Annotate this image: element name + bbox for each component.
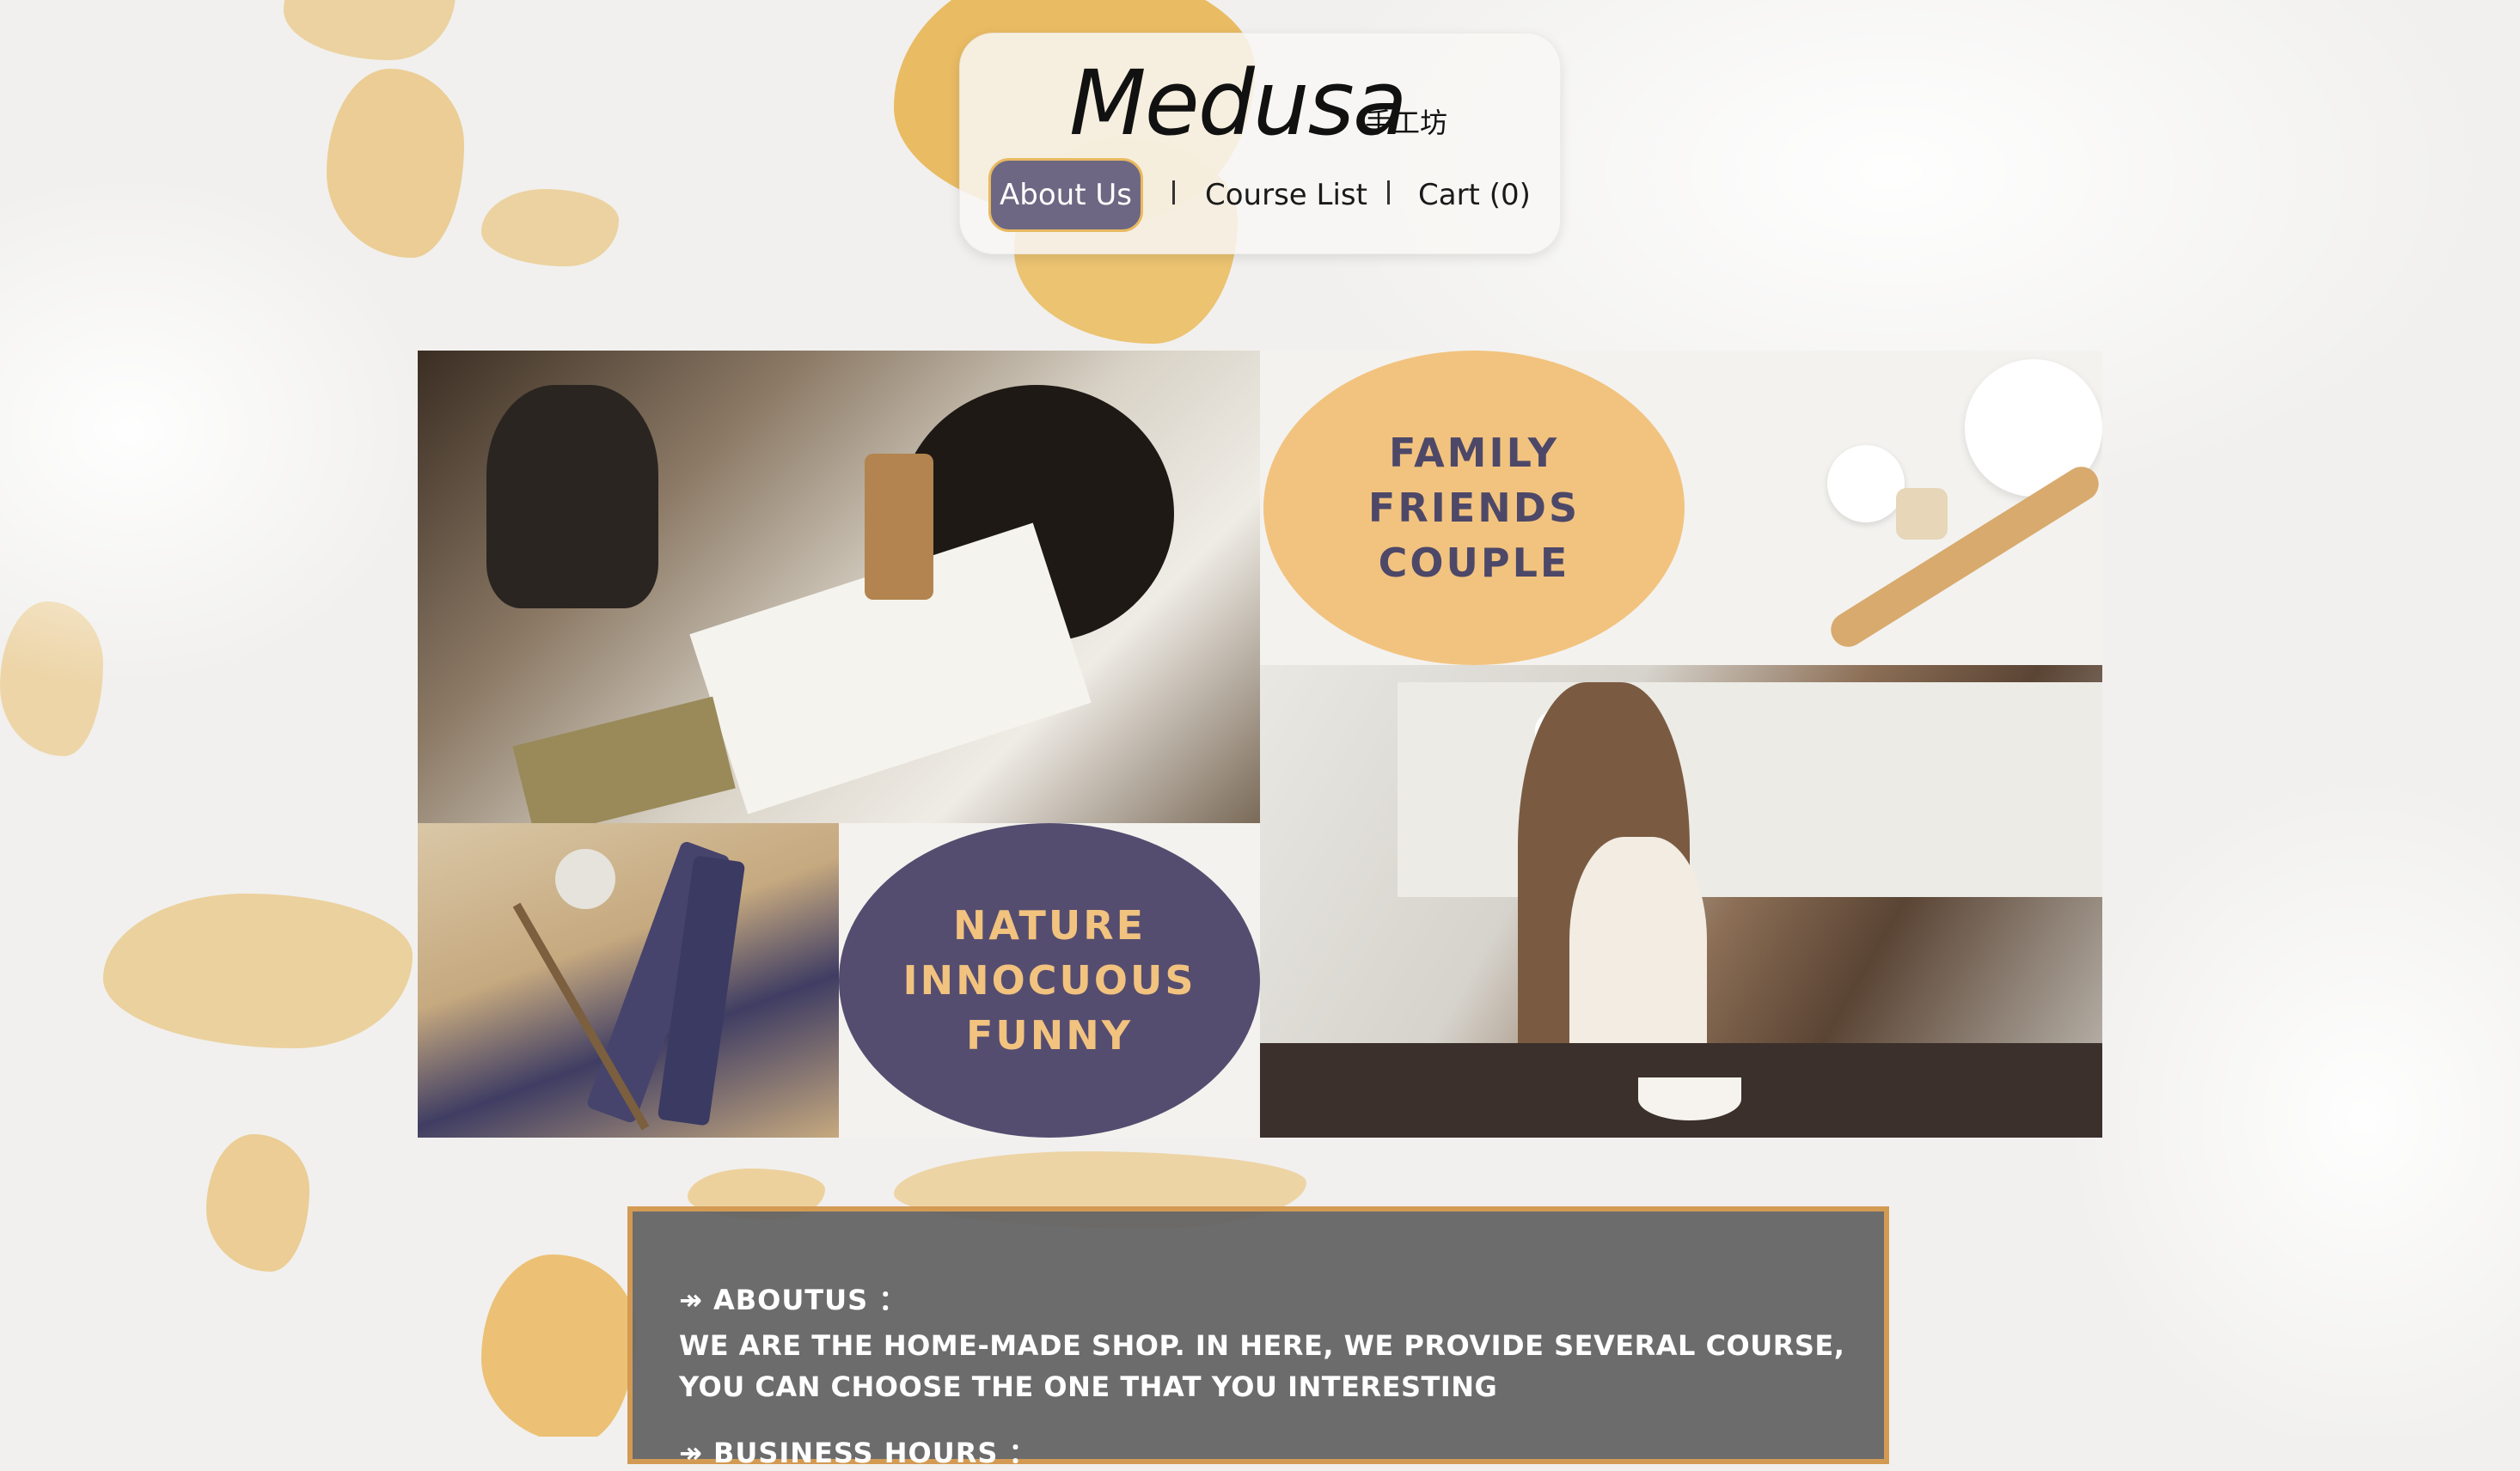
main-nav: About Us Course List Cart (0) bbox=[988, 158, 1547, 232]
photo-kids-painting bbox=[418, 351, 1260, 823]
site-logo[interactable]: Medusa 手工坊 bbox=[1069, 52, 1465, 155]
logo-subtitle: 手工坊 bbox=[1365, 107, 1448, 139]
tagline-line: Family bbox=[1388, 430, 1560, 476]
about-heading: ↠ ABOUTUS ： bbox=[679, 1284, 908, 1316]
nav-separator bbox=[1172, 180, 1175, 204]
tagline-blob-who: Family Friends Couple bbox=[1263, 351, 1685, 665]
tagline-line: Innocuous bbox=[902, 957, 1196, 1004]
about-content: ↠ ABOUTUS ： WE ARE THE HOME-MADE SHOP. I… bbox=[679, 1279, 1848, 1471]
nav-cart[interactable]: Cart (0) bbox=[1418, 158, 1531, 232]
tagline-blob-qualities: Nature Innocuous Funny bbox=[839, 823, 1260, 1138]
photo-paint-tubes bbox=[418, 823, 839, 1138]
nav-course-list[interactable]: Course List bbox=[1205, 158, 1367, 232]
tagline-line: Friends bbox=[1367, 485, 1581, 531]
nav-about-us[interactable]: About Us bbox=[988, 158, 1143, 232]
about-description: WE ARE THE HOME-MADE SHOP. IN HERE, WE P… bbox=[679, 1329, 1845, 1403]
about-us-panel: ↠ ABOUTUS ： WE ARE THE HOME-MADE SHOP. I… bbox=[627, 1206, 1889, 1469]
business-hours-heading: ↠ BUSINESS HOURS ： bbox=[679, 1437, 1037, 1469]
nav-separator bbox=[1387, 180, 1390, 204]
photo-kitchen-cooking bbox=[1260, 665, 2102, 1138]
tagline-line: Couple bbox=[1378, 540, 1570, 586]
hero-collage: Family Friends Couple Nature Innocuous F… bbox=[418, 351, 2102, 1138]
logo-text: Medusa bbox=[1069, 51, 1408, 156]
tagline-line: Funny bbox=[965, 1012, 1134, 1059]
tagline-line: Nature bbox=[952, 902, 1147, 949]
